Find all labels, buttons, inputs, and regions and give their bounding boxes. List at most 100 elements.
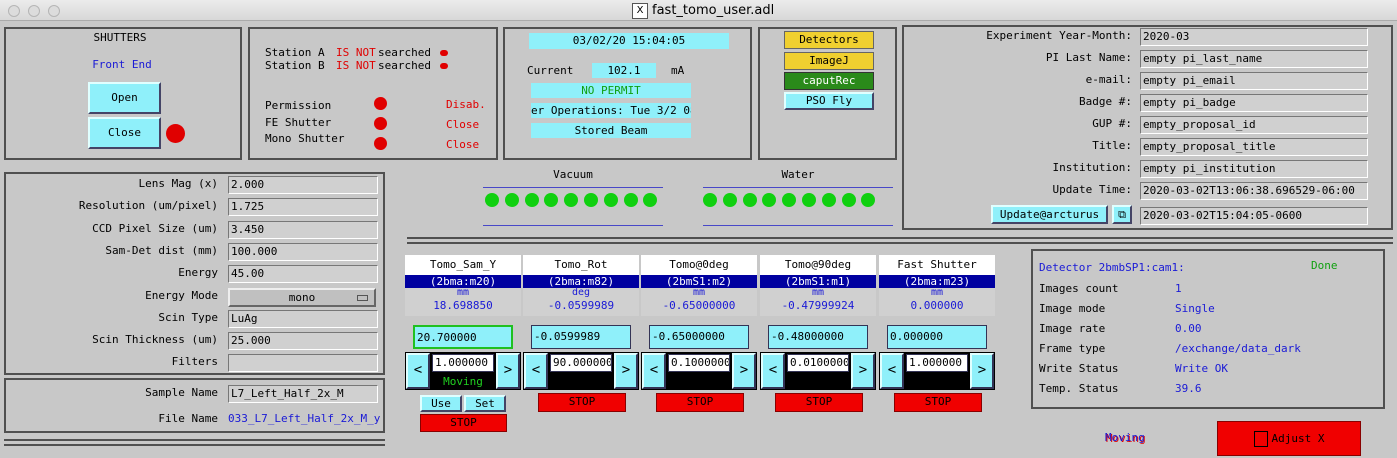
energy-mode-value: mono	[288, 290, 316, 304]
current-unit: mA	[671, 64, 685, 77]
optics-row-value[interactable]: 45.00	[228, 265, 378, 284]
status-led	[821, 193, 836, 207]
status-led	[603, 193, 618, 207]
detector-row-value: Write OK	[1175, 362, 1228, 375]
status-led	[742, 193, 757, 207]
optics-row-value[interactable]: LuAg	[228, 309, 378, 328]
motor-setpoint-input[interactable]: -0.48000000	[768, 325, 868, 349]
status-led	[504, 193, 519, 207]
experiment-panel: Update@arcturus ⧉ 2020-03-02T15:04:05-06…	[902, 25, 1393, 230]
use-button[interactable]: Use	[420, 395, 462, 412]
sample-name-field[interactable]: L7_Left_Half_2x_M	[228, 385, 378, 403]
close-window-button[interactable]	[8, 5, 20, 17]
experiment-row-value[interactable]: 2020-03-02T13:06:38.696529-06:00	[1140, 182, 1368, 200]
experiment-row-label: Experiment Year-Month:	[986, 29, 1132, 42]
experiment-row-label: Title:	[1092, 139, 1132, 152]
front-end-label: Front End	[92, 58, 152, 71]
detector-row-value: 39.6	[1175, 382, 1202, 395]
motor-unit: deg	[523, 288, 639, 298]
water-indicators	[703, 193, 893, 209]
optics-row-value[interactable]: 2.000	[228, 176, 378, 194]
file-name-label: File Name	[158, 412, 218, 425]
zoom-window-button[interactable]	[48, 5, 60, 17]
status-led	[802, 193, 816, 207]
tweak-value-input[interactable]: 90.0000000	[550, 354, 612, 372]
optics-row-value[interactable]	[228, 354, 378, 373]
motor-stop-button[interactable]: STOP	[894, 393, 982, 412]
permission-value: Disab.	[446, 98, 486, 111]
window-title: fast_tomo_user.adl	[652, 3, 775, 18]
motor-setpoint-input[interactable]: 0.000000	[887, 325, 987, 349]
tweak-left-button[interactable]: <	[880, 353, 904, 389]
tweak-right-button[interactable]: >	[614, 353, 638, 389]
beam-mode: Stored Beam	[531, 123, 691, 138]
experiment-row-value[interactable]: empty pi_institution	[1140, 160, 1368, 178]
adjust-x-button[interactable]: Adjust X	[1217, 421, 1361, 456]
experiment-row-value[interactable]: empty pi_email	[1140, 72, 1368, 90]
status-led	[485, 193, 499, 207]
tweak-right-button[interactable]: >	[496, 353, 520, 389]
tweak-value-input[interactable]: 0.01000000	[787, 354, 849, 372]
detectors-button[interactable]: Detectors	[784, 31, 874, 49]
station-b-label: Station B	[265, 59, 325, 72]
minimize-window-button[interactable]	[28, 5, 40, 17]
sample-name-label: Sample Name	[145, 386, 218, 399]
optics-row-value[interactable]: 100.000	[228, 242, 378, 261]
motor-unit: mm	[641, 288, 757, 298]
current-label: Current	[527, 64, 574, 77]
open-button[interactable]: Open	[88, 82, 161, 114]
tools-panel: Detectors ImageJ caputRec PSO Fly	[758, 27, 897, 160]
station-a-label: Station A	[265, 46, 325, 59]
status-led	[524, 193, 539, 207]
status-led	[722, 193, 737, 207]
motor-stop-button[interactable]: STOP	[775, 393, 863, 412]
tweak-left-button[interactable]: <	[761, 353, 785, 389]
close-button[interactable]: Close	[88, 117, 161, 149]
station-b-status: IS NOT	[336, 59, 376, 72]
update-button[interactable]: Update@arcturus	[991, 205, 1108, 224]
optics-row-value[interactable]: 3.450	[228, 220, 378, 239]
set-button[interactable]: Set	[464, 395, 506, 412]
experiment-row-value[interactable]: empty_proposal_title	[1140, 138, 1368, 156]
tweak-right-button[interactable]: >	[970, 353, 994, 389]
status-led	[564, 193, 579, 207]
stop-all-button[interactable]: STOP	[420, 414, 507, 432]
experiment-row-value[interactable]: empty pi_badge	[1140, 94, 1368, 112]
motor-stop-button[interactable]: STOP	[538, 393, 626, 412]
tweak-right-button[interactable]: >	[732, 353, 756, 389]
optics-row-value[interactable]: 25.000	[228, 332, 378, 351]
motor-stop-button[interactable]: STOP	[656, 393, 744, 412]
tweak-right-button[interactable]: >	[851, 353, 875, 389]
energy-mode-menu[interactable]: mono	[228, 287, 376, 307]
caputrec-button[interactable]: caputRec	[784, 72, 874, 90]
optics-row-label: Scin Type	[158, 310, 218, 324]
experiment-row-value[interactable]: empty_proposal_id	[1140, 116, 1368, 134]
motor-setpoint-input[interactable]: 20.700000	[413, 325, 513, 349]
motor-name: Tomo_Rot	[523, 255, 639, 275]
experiment-row-value[interactable]: 2020-03	[1140, 28, 1368, 46]
tweak-value-input[interactable]: 1.000000	[906, 354, 968, 372]
tweak-value-input[interactable]: 1.000000	[432, 354, 494, 372]
tweak-left-button[interactable]: <	[524, 353, 548, 389]
optics-row-value[interactable]: 1.725	[228, 198, 378, 217]
tweak-left-button[interactable]: <	[406, 353, 430, 389]
beam-datetime: 03/02/20 15:04:05	[529, 33, 729, 49]
status-led	[703, 193, 717, 207]
tweak-value-input[interactable]: 0.10000000	[668, 354, 730, 372]
vacuum-line-bottom	[483, 225, 663, 226]
detector-panel: Detector 2bmbSP1:cam1: Done Images count…	[1031, 249, 1385, 409]
detector-row-label: Write Status	[1039, 362, 1119, 375]
tweak-left-button[interactable]: <	[642, 353, 666, 389]
experiment-row-value[interactable]: empty pi_last_name	[1140, 50, 1368, 68]
related-display-icon[interactable]: ⧉	[1112, 205, 1132, 224]
motor-name: Tomo@0deg	[641, 255, 757, 275]
pso-fly-button[interactable]: PSO Fly	[784, 92, 874, 110]
detector-row-label: Images count	[1039, 282, 1119, 295]
optics-row-label: Lens Mag (x)	[138, 177, 218, 190]
optics-panel: Lens Mag (x) 2.000 Resolution (um/pixel) 1.…	[4, 172, 385, 375]
optics-row-label: Filters	[171, 355, 218, 369]
optics-row-label: Scin Thickness (um)	[92, 333, 218, 347]
motor-setpoint-input[interactable]: -0.65000000	[649, 325, 749, 349]
imagej-button[interactable]: ImageJ	[784, 52, 874, 70]
motor-setpoint-input[interactable]: -0.0599989	[531, 325, 631, 349]
